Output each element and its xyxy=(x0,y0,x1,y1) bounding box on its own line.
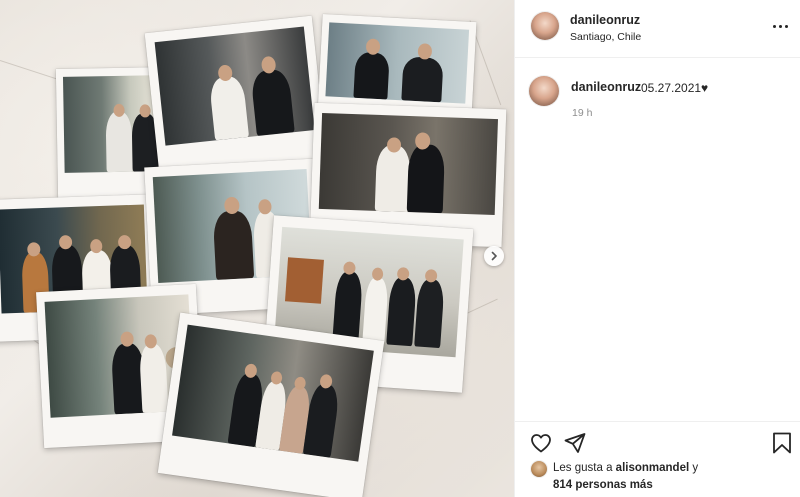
paper-plane-icon xyxy=(564,433,586,453)
person-figure xyxy=(374,144,412,213)
caption-username[interactable]: danileonruz xyxy=(571,80,641,94)
avatar[interactable] xyxy=(531,12,559,40)
polaroid-photo xyxy=(144,15,328,183)
share-button[interactable] xyxy=(563,431,587,455)
person-figure xyxy=(302,382,341,458)
person-figure xyxy=(332,270,364,343)
caption-timestamp[interactable]: 19 h xyxy=(572,107,592,119)
person-figure xyxy=(401,56,444,103)
caption-text: 05.27.2021♥ xyxy=(641,81,709,95)
post-image[interactable] xyxy=(0,0,514,497)
liker-avatar[interactable] xyxy=(531,461,547,477)
bookmark-icon xyxy=(773,432,791,454)
chevron-right-icon xyxy=(491,251,497,261)
person-figure xyxy=(386,276,417,347)
person-figure xyxy=(105,111,133,173)
likes-prefix: Les gusta a xyxy=(553,462,613,474)
polaroid-picture xyxy=(172,324,374,462)
person-figure xyxy=(208,75,250,141)
polaroid-picture xyxy=(154,26,315,146)
polaroid-picture xyxy=(325,22,470,104)
person-figure xyxy=(250,68,295,137)
divider xyxy=(515,421,800,422)
person-figure xyxy=(353,51,390,100)
post-location[interactable]: Santiago, Chile xyxy=(570,31,641,43)
more-options-icon[interactable] xyxy=(773,18,793,34)
wooden-gate xyxy=(284,257,324,304)
person-figure xyxy=(406,144,446,214)
likes-summary: Les gusta a alisonmandel y 814 personas … xyxy=(553,460,698,494)
polaroid-picture xyxy=(62,75,161,173)
person-figure xyxy=(362,276,389,345)
likes-joiner: y xyxy=(692,462,699,474)
post-sidebar: danileonruz Santiago, Chile danileonruz … xyxy=(514,0,800,497)
liker-username[interactable]: alisonmandel xyxy=(616,462,690,474)
person-figure xyxy=(414,278,445,349)
heart-icon xyxy=(531,434,551,453)
likes-count-link[interactable]: 814 personas más xyxy=(553,479,653,491)
avatar[interactable] xyxy=(529,76,559,106)
carousel-next-button[interactable] xyxy=(484,246,504,266)
save-button[interactable] xyxy=(771,431,793,455)
polaroid-photo xyxy=(157,312,385,497)
person-figure xyxy=(212,210,255,280)
like-button[interactable] xyxy=(529,431,553,455)
post-author-username[interactable]: danileonruz xyxy=(570,13,640,27)
divider xyxy=(515,57,800,58)
polaroid-picture xyxy=(318,112,499,216)
person-head xyxy=(139,104,151,118)
person-figure xyxy=(138,343,169,413)
